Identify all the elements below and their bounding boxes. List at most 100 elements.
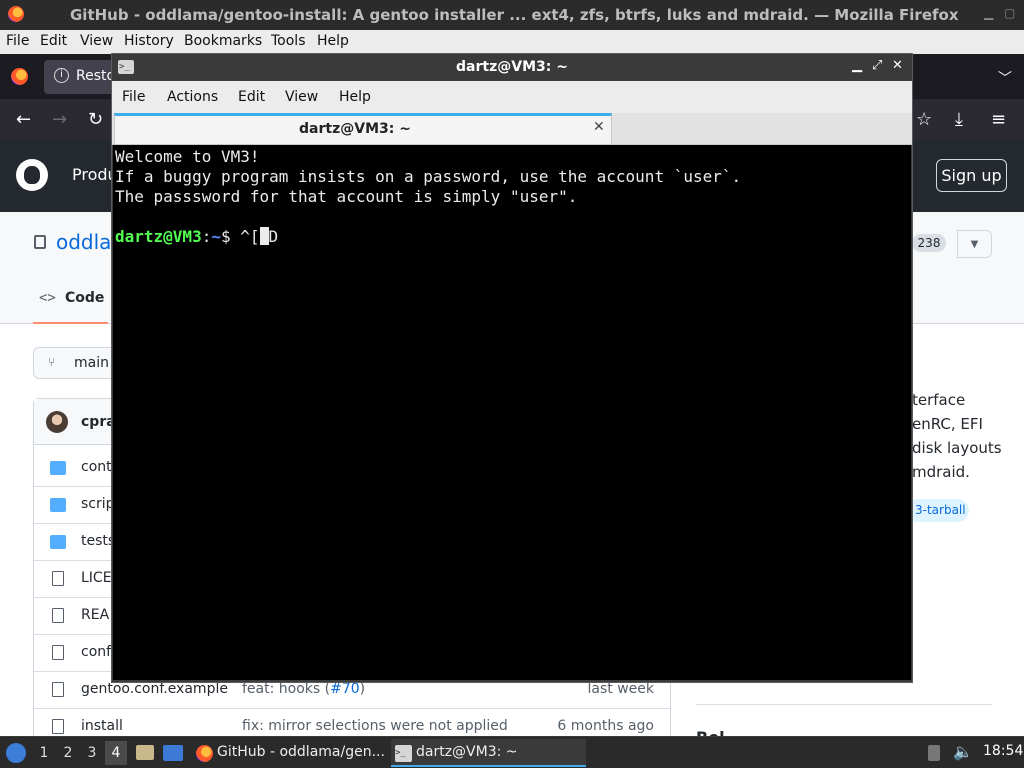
minimize-icon[interactable]: ▁ bbox=[852, 58, 862, 73]
bookmark-star-icon[interactable]: ☆ bbox=[916, 109, 932, 130]
terminal-line: If a buggy program insists on a password… bbox=[115, 167, 742, 186]
tab-code[interactable]: <> Code bbox=[33, 280, 108, 324]
about-line: disk layouts bbox=[912, 439, 1002, 457]
prompt-user-host: dartz@VM3 bbox=[115, 227, 202, 246]
file-name[interactable]: gentoo.conf.example bbox=[81, 681, 228, 697]
commit-message-text: feat: hooks ( bbox=[242, 681, 331, 697]
taskbar: 1 2 3 4 GitHub - oddlama/gen... >_ dartz… bbox=[0, 736, 1024, 768]
taskbar-item-firefox[interactable]: GitHub - oddlama/gen... bbox=[192, 739, 388, 767]
app-menu-icon[interactable] bbox=[6, 743, 26, 763]
prompt-path: ~ bbox=[211, 227, 221, 246]
battery-icon[interactable] bbox=[928, 745, 940, 761]
sign-up-button[interactable]: Sign up bbox=[936, 159, 1007, 192]
volume-icon[interactable]: 🔈 bbox=[953, 742, 973, 761]
prompt-separator: : bbox=[201, 227, 212, 246]
show-desktop-icon[interactable] bbox=[163, 745, 183, 761]
text-cursor bbox=[259, 227, 269, 245]
about-line: enRC, EFI bbox=[912, 415, 983, 433]
desktop: GitHub - oddlama/gentoo-install: A gento… bbox=[0, 0, 1024, 768]
pr-link[interactable]: #70 bbox=[330, 681, 360, 697]
forward-icon[interactable]: → bbox=[52, 109, 67, 130]
file-icon bbox=[52, 645, 64, 660]
folder-icon bbox=[50, 461, 66, 475]
folder-icon bbox=[50, 535, 66, 549]
minimize-icon[interactable]: ▁ bbox=[984, 6, 993, 20]
hamburger-menu-icon[interactable]: ≡ bbox=[991, 109, 1006, 130]
firefox-window-title: GitHub - oddlama/gentoo-install: A gento… bbox=[70, 6, 959, 24]
file-name[interactable]: confi bbox=[81, 644, 115, 660]
list-tabs-chevron-icon[interactable]: ﹀ bbox=[998, 68, 1012, 88]
taskbar-item-terminal[interactable]: >_ dartz@VM3: ~ bbox=[391, 739, 586, 767]
workspace-4[interactable]: 4 bbox=[105, 741, 127, 765]
github-logo-icon[interactable] bbox=[16, 159, 48, 191]
terminal-menubar: File Actions Edit View Help bbox=[112, 81, 912, 113]
about-line: mdraid. bbox=[912, 463, 970, 481]
firefox-icon bbox=[8, 6, 24, 22]
menu-actions[interactable]: Actions bbox=[167, 89, 218, 105]
terminal-icon: >_ bbox=[395, 745, 412, 762]
commit-message: fix: mirror selections were not applied bbox=[242, 718, 508, 734]
workspace-3[interactable]: 3 bbox=[81, 741, 103, 765]
maximize-icon[interactable]: ▢ bbox=[1004, 6, 1015, 20]
branch-select-button[interactable]: ⑂ main bbox=[33, 347, 123, 379]
info-icon: i bbox=[54, 68, 69, 83]
menu-file[interactable]: File bbox=[6, 33, 29, 49]
file-icon bbox=[52, 608, 64, 623]
menu-file[interactable]: File bbox=[122, 89, 145, 105]
code-icon: <> bbox=[39, 290, 56, 306]
menu-tools[interactable]: Tools bbox=[271, 33, 306, 49]
branch-name: main bbox=[74, 355, 109, 371]
branch-icon: ⑂ bbox=[48, 355, 56, 369]
commit-date: last week bbox=[587, 681, 655, 697]
menu-history[interactable]: History bbox=[124, 33, 174, 49]
file-name[interactable]: LICE bbox=[81, 570, 112, 586]
file-manager-icon[interactable] bbox=[136, 745, 154, 760]
menu-view[interactable]: View bbox=[285, 89, 318, 105]
menu-view[interactable]: View bbox=[80, 33, 113, 49]
repo-icon bbox=[34, 235, 46, 249]
back-icon[interactable]: ← bbox=[16, 109, 31, 130]
typed-input-after: D bbox=[268, 227, 279, 246]
file-icon bbox=[52, 571, 64, 586]
about-line: terface bbox=[912, 391, 966, 409]
menu-help[interactable]: Help bbox=[339, 89, 371, 105]
file-name[interactable]: REA bbox=[81, 607, 109, 623]
sidebar-divider bbox=[696, 704, 992, 705]
avatar[interactable] bbox=[46, 411, 68, 433]
taskbar-item-label: GitHub - oddlama/gen... bbox=[217, 744, 385, 760]
firefox-view-icon[interactable] bbox=[11, 68, 28, 85]
prompt-symbol: $ bbox=[220, 227, 241, 246]
file-name[interactable]: scrip bbox=[81, 496, 115, 512]
maximize-icon[interactable]: ⤢ bbox=[872, 58, 882, 73]
clock[interactable]: 18:54 bbox=[983, 743, 1023, 759]
file-name[interactable]: install bbox=[81, 718, 123, 734]
menu-edit[interactable]: Edit bbox=[238, 89, 265, 105]
terminal-tabbar: dartz@VM3: ~ ✕ bbox=[112, 113, 912, 145]
terminal-titlebar[interactable]: >_ dartz@VM3: ~ ▁ ⤢ ✕ bbox=[112, 54, 912, 81]
workspace-2[interactable]: 2 bbox=[57, 741, 79, 765]
terminal-output[interactable]: Welcome to VM3! If a buggy program insis… bbox=[113, 145, 911, 680]
typed-input: ^[ bbox=[240, 227, 260, 246]
tab-label: Resto bbox=[76, 68, 116, 84]
terminal-window-title: dartz@VM3: ~ bbox=[456, 59, 568, 75]
workspace-1[interactable]: 1 bbox=[33, 741, 55, 765]
topic-tag[interactable]: 3-tarball bbox=[905, 499, 969, 522]
star-dropdown-button[interactable]: ▼ bbox=[957, 230, 992, 258]
menu-bookmarks[interactable]: Bookmarks bbox=[184, 33, 262, 49]
star-count-badge: 238 bbox=[912, 234, 946, 252]
menu-edit[interactable]: Edit bbox=[40, 33, 67, 49]
firefox-menubar: File Edit View History Bookmarks Tools H… bbox=[0, 30, 1024, 54]
commit-message-suffix: ) bbox=[359, 681, 366, 697]
terminal-tab[interactable]: dartz@VM3: ~ ✕ bbox=[114, 113, 612, 144]
download-icon[interactable]: ⤓ bbox=[955, 109, 963, 130]
file-icon bbox=[52, 682, 64, 697]
reload-icon[interactable]: ↻ bbox=[88, 109, 103, 130]
menu-help[interactable]: Help bbox=[317, 33, 349, 49]
firefox-titlebar: GitHub - oddlama/gentoo-install: A gento… bbox=[0, 0, 1024, 30]
close-tab-icon[interactable]: ✕ bbox=[593, 119, 605, 135]
terminal-tab-label: dartz@VM3: ~ bbox=[299, 121, 411, 137]
taskbar-item-label: dartz@VM3: ~ bbox=[416, 744, 518, 760]
terminal-prompt-line: dartz@VM3:~$ ^[ D bbox=[115, 227, 278, 247]
close-icon[interactable]: ✕ bbox=[892, 58, 903, 73]
file-icon bbox=[52, 719, 64, 734]
